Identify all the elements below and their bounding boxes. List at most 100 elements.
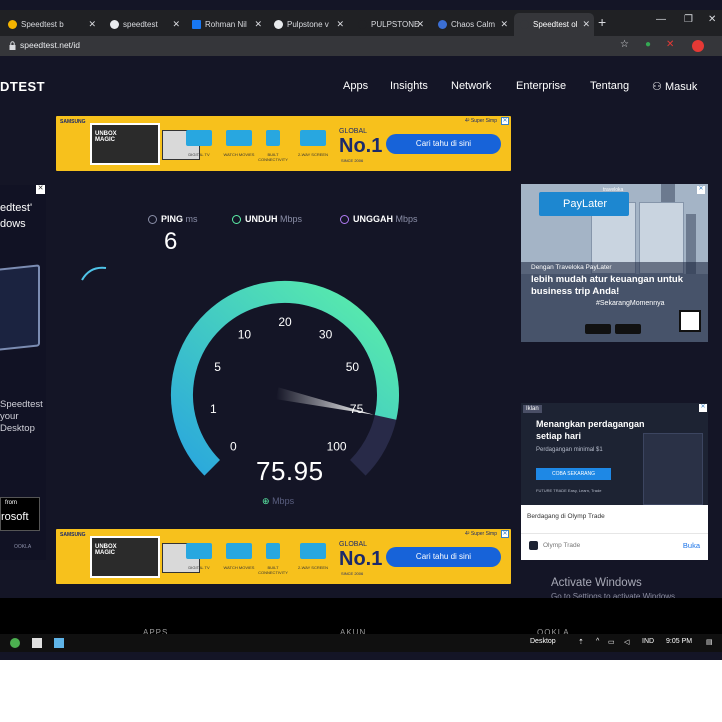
download-speed-value: 75.95 <box>256 456 324 486</box>
gauge-tick-label: 5 <box>214 360 221 374</box>
ping-label: PING ms <box>148 214 198 225</box>
download-arrow-icon: ⊕ <box>262 496 270 506</box>
olymp-favicon-icon <box>529 541 538 550</box>
lock-icon <box>9 41 16 50</box>
screen-icon <box>300 543 326 559</box>
tab-chaos-calm[interactable]: Chaos Calm ✕ <box>432 13 512 36</box>
decorative-arc <box>81 266 107 281</box>
ad-close-icon[interactable]: ✕ <box>699 404 707 412</box>
tab-speedtest[interactable]: speedtest ✕ <box>104 13 184 36</box>
movie-icon <box>226 130 252 146</box>
gauge-tick-label: 0 <box>230 440 237 454</box>
screen-icon <box>300 130 326 146</box>
close-window-icon[interactable]: ✕ <box>708 14 716 25</box>
user-icon: ⚇ <box>652 81 662 93</box>
speedtest-logo[interactable]: DTEST <box>0 79 45 94</box>
movie-icon <box>226 543 252 559</box>
nav-network[interactable]: Network <box>451 80 491 92</box>
battery-icon[interactable]: ▭ <box>608 638 615 646</box>
new-tab-plus-icon[interactable]: + <box>598 14 606 30</box>
paylater-logo: PayLater <box>539 192 629 216</box>
gauge-needle <box>275 387 374 415</box>
nav-apps[interactable]: Apps <box>343 80 368 92</box>
extension-icon[interactable]: ✕ <box>666 39 674 50</box>
qr-code <box>679 310 701 332</box>
chrome-taskbar-icon[interactable] <box>10 638 20 648</box>
box-image: UNBOX MAGIC <box>90 123 200 165</box>
url-field[interactable]: speedtest.net/id <box>20 40 80 50</box>
nav-login[interactable]: ⚇ Masuk <box>652 80 697 93</box>
app-taskbar-icon[interactable] <box>54 638 64 648</box>
olymp-trade-ad[interactable]: Iklan Menangkan perdagangan setiap hari … <box>521 403 708 560</box>
close-icon[interactable]: ✕ <box>582 13 590 36</box>
gauge-tick-label: 1 <box>210 402 217 416</box>
tab-rohman[interactable]: Rohman Nil ✕ <box>186 13 266 36</box>
play-store-badge[interactable] <box>615 324 641 334</box>
app-taskbar-icon[interactable] <box>32 638 42 648</box>
ad-close-icon[interactable]: ✕ <box>697 186 705 194</box>
address-bar: speedtest.net/id ☆ ● ✕ <box>0 36 722 56</box>
close-icon[interactable]: ✕ <box>88 13 96 36</box>
cari-tahu-button[interactable]: Cari tahu di sini <box>386 134 501 154</box>
maximize-icon[interactable]: ❐ <box>684 14 693 25</box>
samsung-banner-ad-top[interactable]: SAMSUNG UNBOX MAGIC DIGITAL TV WATCH MOV… <box>56 116 511 171</box>
tv-icon <box>186 543 212 559</box>
ping-icon <box>148 215 157 225</box>
ad-close-icon[interactable]: ✕ <box>36 185 45 194</box>
ad-close-icon[interactable]: ✕ <box>501 530 509 538</box>
left-side-ad[interactable]: ✕ edtest' dows Speedtest your Desktop fr… <box>0 185 46 560</box>
tab-speedtest-b[interactable]: Speedtest b ✕ <box>2 13 100 36</box>
tab-favicon-icon <box>274 20 283 30</box>
microsoft-store-button[interactable]: from rosoft <box>0 497 40 531</box>
tab-favicon-icon <box>8 20 17 30</box>
nav-tentang[interactable]: Tentang <box>590 80 629 92</box>
ad-close-icon[interactable]: ✕ <box>501 117 509 125</box>
download-arrow-icon <box>232 215 241 225</box>
browser-tab-strip: Speedtest b ✕ speedtest ✕ Rohman Nil ✕ Pulp… <box>0 10 722 36</box>
screenshot-frame: Speedtest b ✕ speedtest ✕ Rohman Nil ✕ Pulp… <box>0 0 722 660</box>
network-icon[interactable]: ⇡ <box>578 638 584 646</box>
nav-insights[interactable]: Insights <box>390 80 428 92</box>
tab-pulpstone-caps[interactable]: PULPSTONE ✕ <box>352 13 428 36</box>
profile-avatar-icon[interactable] <box>692 40 704 52</box>
gauge-tick-label: 20 <box>278 315 292 329</box>
download-label: UNDUH Mbps <box>232 214 302 225</box>
connectivity-icon <box>266 130 280 146</box>
box-image: UNBOX MAGIC <box>90 536 200 578</box>
tray-chevron-icon[interactable]: ^ <box>596 638 599 645</box>
buka-button[interactable]: Buka <box>683 541 700 550</box>
bookmark-star-icon[interactable]: ☆ <box>620 39 629 50</box>
upload-label: UNGGAH Mbps <box>340 214 418 225</box>
close-icon[interactable]: ✕ <box>416 13 424 36</box>
desktop-toolbar[interactable]: Desktop <box>530 638 556 645</box>
app-store-badge[interactable] <box>585 324 611 334</box>
notification-icon[interactable]: ▤ <box>706 638 713 646</box>
tab-speedtest-active[interactable]: Speedtest ol ✕ <box>514 13 594 36</box>
coba-sekarang-button[interactable]: COBA SEKARANG <box>536 468 611 480</box>
tab-favicon-icon <box>358 20 367 30</box>
close-icon[interactable]: ✕ <box>336 13 344 36</box>
close-icon[interactable]: ✕ <box>254 13 262 36</box>
samsung-banner-ad-bottom[interactable]: SAMSUNG UNBOX MAGIC DIGITAL TV WATCH MOV… <box>56 529 511 584</box>
tab-favicon-icon <box>520 20 529 30</box>
close-icon[interactable]: ✕ <box>172 13 180 36</box>
close-icon[interactable]: ✕ <box>500 13 508 36</box>
extension-icon[interactable]: ● <box>645 39 651 50</box>
activate-windows-title: Activate Windows <box>551 577 642 589</box>
taskbar-clock[interactable]: 9:05 PM <box>666 638 692 645</box>
gauge-tick-label: 50 <box>346 360 360 374</box>
tab-favicon-icon <box>438 20 447 30</box>
gauge-tick-label: 30 <box>319 327 333 341</box>
connectivity-icon <box>266 543 280 559</box>
cari-tahu-button[interactable]: Cari tahu di sini <box>386 547 501 567</box>
windows-taskbar: Desktop ⇡ ^ ▭ ◁ IND 9:05 PM ▤ <box>0 634 722 652</box>
tv-icon <box>186 130 212 146</box>
speed-unit: ⊕ Mbps <box>262 496 295 506</box>
language-indicator[interactable]: IND <box>642 638 654 645</box>
traveloka-paylater-ad[interactable]: traveloka PayLater Dengan Traveloka PayL… <box>521 184 708 342</box>
trading-chart-image <box>643 433 703 505</box>
tab-pulpstone[interactable]: Pulpstone v ✕ <box>268 13 348 36</box>
nav-enterprise[interactable]: Enterprise <box>516 80 566 92</box>
minimize-icon[interactable]: — <box>656 14 666 25</box>
volume-icon[interactable]: ◁ <box>624 638 629 646</box>
